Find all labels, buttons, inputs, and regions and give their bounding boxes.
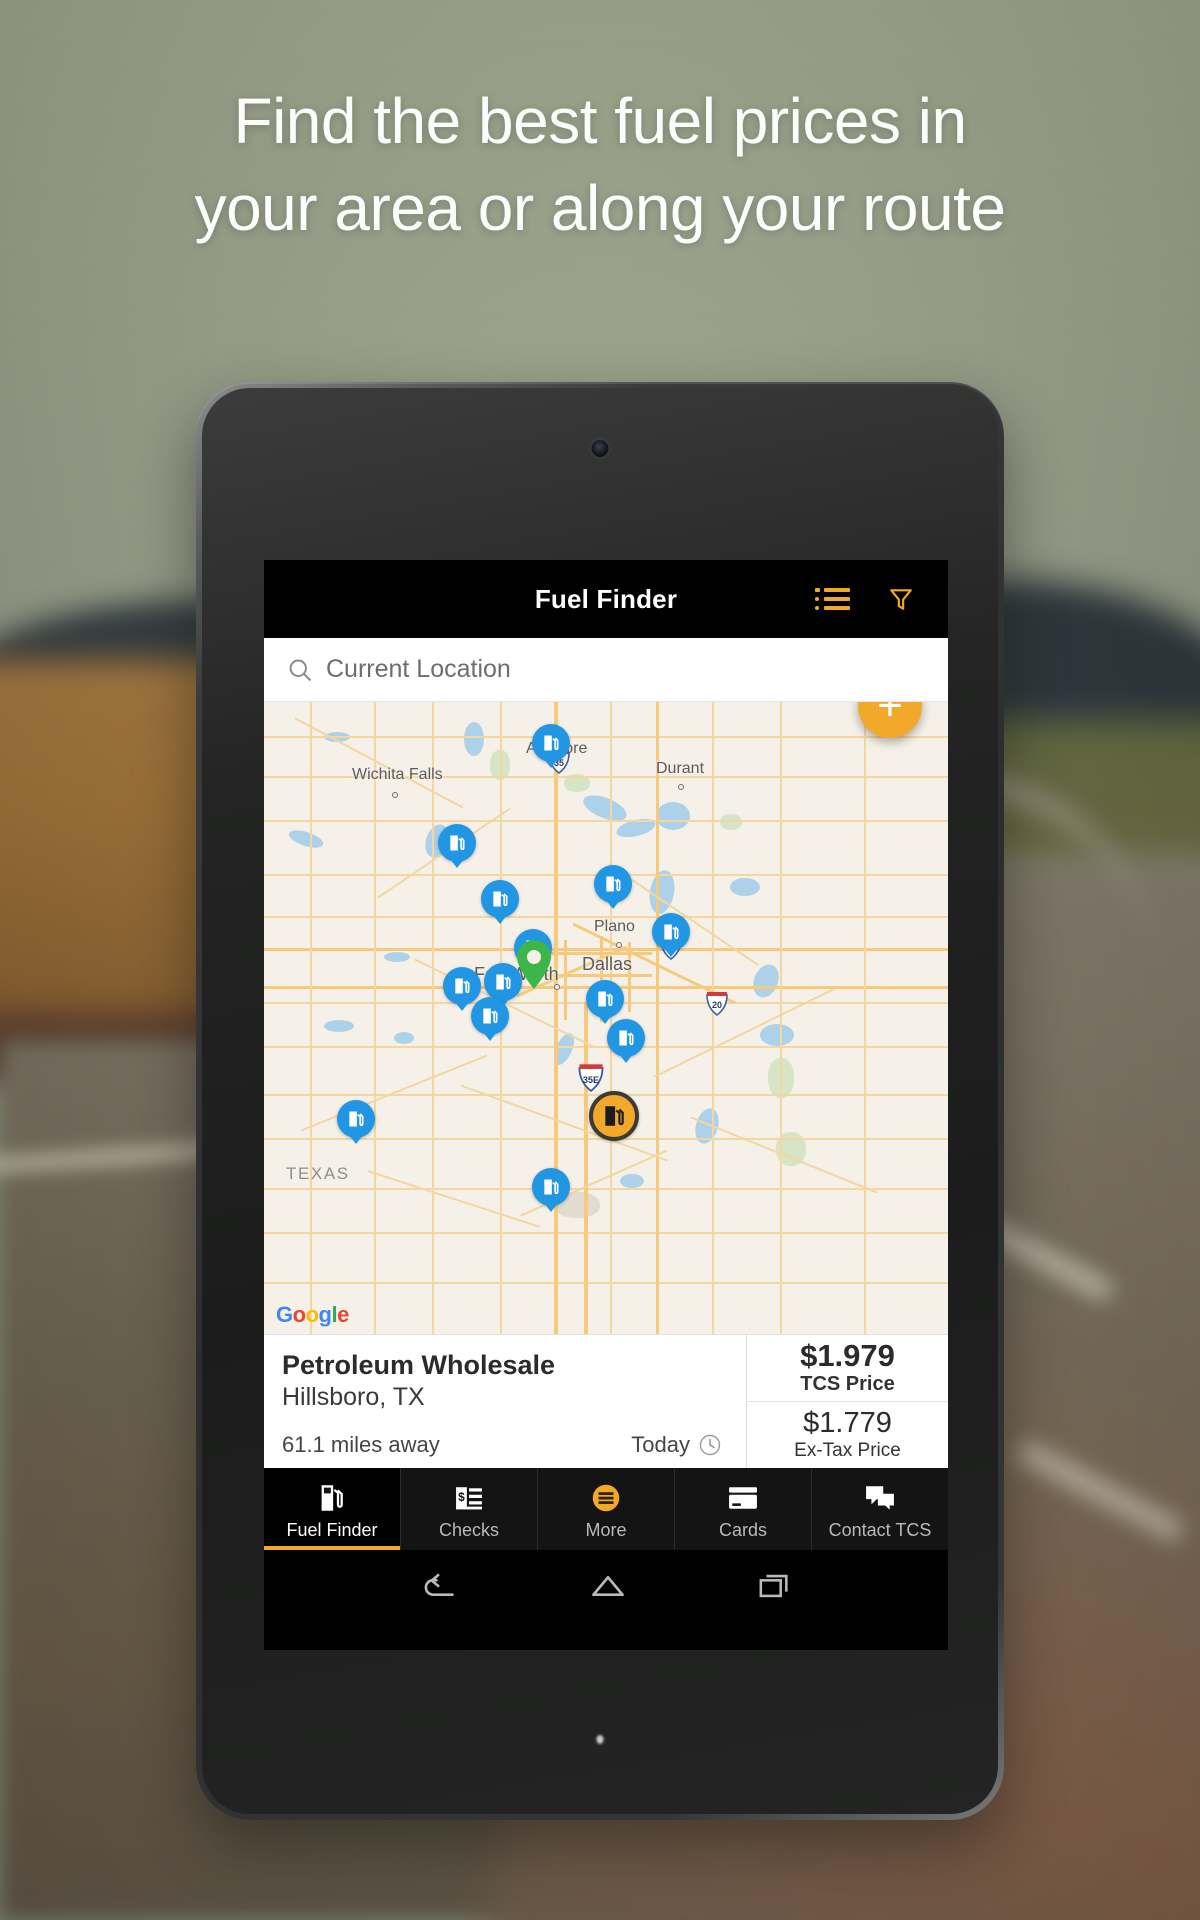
map-view[interactable]: Ardmore Durant Wichita Falls Plano Dalla… <box>264 702 948 1334</box>
station-info-meta: 61.1 miles away Today <box>282 1432 728 1458</box>
check-invoice-icon: $ <box>455 1481 483 1515</box>
station-updated: Today <box>631 1432 722 1458</box>
extax-price-value: $1.779 <box>803 1407 892 1440</box>
station-marker[interactable] <box>471 997 509 1035</box>
station-marker[interactable] <box>337 1100 375 1138</box>
device-screen: Fuel Finder Current Location Durant Wich… <box>264 560 948 1650</box>
highway-shield-20: 20 <box>706 992 728 1016</box>
fuel-pump-icon <box>318 1481 346 1515</box>
more-menu-icon <box>591 1481 621 1515</box>
headline-line-2: your area or along your route <box>194 172 1006 245</box>
back-button[interactable] <box>420 1570 458 1602</box>
station-marker[interactable] <box>607 1019 645 1057</box>
tablet-device: Fuel Finder Current Location Durant Wich… <box>196 382 1004 1820</box>
station-info-left: Petroleum Wholesale Hillsboro, TX 61.1 m… <box>264 1335 746 1468</box>
nav-item-more[interactable]: More <box>538 1468 675 1550</box>
nav-item-checks[interactable]: $ Checks <box>401 1468 538 1550</box>
station-updated-label: Today <box>631 1432 690 1457</box>
home-button[interactable] <box>589 1570 627 1602</box>
station-name: Petroleum Wholesale <box>282 1350 556 1380</box>
tcs-price-cell: $1.979 TCS Price <box>747 1335 948 1402</box>
app-header: Fuel Finder <box>264 560 948 638</box>
selected-station-marker[interactable] <box>589 1091 639 1141</box>
station-marker[interactable] <box>443 967 481 1005</box>
extax-price-cell: $1.779 Ex-Tax Price <box>747 1402 948 1468</box>
station-marker[interactable] <box>532 1168 570 1206</box>
station-marker[interactable] <box>594 865 632 903</box>
station-price-panel: $1.979 TCS Price $1.779 Ex-Tax Price <box>746 1335 948 1468</box>
nav-label-checks: Checks <box>438 1520 500 1540</box>
page-headline: Find the best fuel prices in your area o… <box>0 78 1200 252</box>
nav-item-contact-tcs[interactable]: Contact TCS <box>812 1468 948 1550</box>
nav-label-more: More <box>585 1520 627 1540</box>
station-marker[interactable] <box>586 980 624 1018</box>
clock-icon <box>699 1434 721 1456</box>
credit-card-icon <box>728 1481 758 1515</box>
svg-text:35E: 35E <box>583 1075 599 1085</box>
nav-label-contact-tcs: Contact TCS <box>828 1520 932 1540</box>
station-marker[interactable] <box>532 724 570 762</box>
current-location-pin[interactable] <box>513 938 555 990</box>
bottom-navigation: Fuel Finder $ Checks More Cards Contact … <box>264 1468 948 1550</box>
map-label-dallas: Dallas <box>582 954 633 974</box>
search-input[interactable]: Current Location <box>326 655 511 684</box>
map-dot-plano <box>616 942 622 948</box>
map-dot-durant <box>678 784 684 790</box>
nav-item-fuel-finder[interactable]: Fuel Finder <box>264 1468 401 1550</box>
station-info-card[interactable]: Petroleum Wholesale Hillsboro, TX 61.1 m… <box>264 1334 948 1468</box>
map-label-texas: TEXAS <box>286 1164 350 1183</box>
headline-line-1: Find the best fuel prices in <box>233 85 967 157</box>
highway-shield-35e: 35E <box>578 1064 604 1092</box>
station-marker[interactable] <box>438 824 476 862</box>
station-marker[interactable] <box>652 913 690 951</box>
station-marker[interactable] <box>481 880 519 918</box>
extax-price-label: Ex-Tax Price <box>794 1439 901 1461</box>
nav-label-fuel-finder: Fuel Finder <box>286 1520 378 1540</box>
tablet-bezel: Fuel Finder Current Location Durant Wich… <box>202 388 998 1814</box>
map-label-plano: Plano <box>594 918 635 935</box>
google-attribution: Google <box>276 1302 349 1327</box>
nav-label-cards: Cards <box>718 1520 767 1540</box>
map-label-durant: Durant <box>656 760 705 777</box>
location-search-bar[interactable]: Current Location <box>264 638 948 702</box>
map-label-wichita-falls: Wichita Falls <box>352 766 443 783</box>
tcs-price-value: $1.979 <box>800 1337 895 1373</box>
station-distance: 61.1 miles away <box>282 1432 440 1457</box>
map-dot-wichita-falls <box>392 792 398 798</box>
svg-text:20: 20 <box>712 1000 722 1010</box>
list-view-icon[interactable] <box>815 588 850 610</box>
nav-item-cards[interactable]: Cards <box>675 1468 812 1550</box>
android-navigation-bar <box>264 1550 948 1622</box>
tcs-price-label: TCS Price <box>800 1373 895 1396</box>
recents-button[interactable] <box>758 1570 792 1602</box>
app-header-actions <box>815 586 948 612</box>
notification-led <box>596 1735 604 1744</box>
search-icon <box>289 659 312 681</box>
front-camera-icon <box>591 440 609 457</box>
filter-funnel-icon[interactable] <box>888 586 914 612</box>
svg-text:$: $ <box>458 1490 465 1504</box>
station-city: Hillsboro, TX <box>282 1383 425 1412</box>
chat-bubbles-icon <box>865 1481 895 1515</box>
